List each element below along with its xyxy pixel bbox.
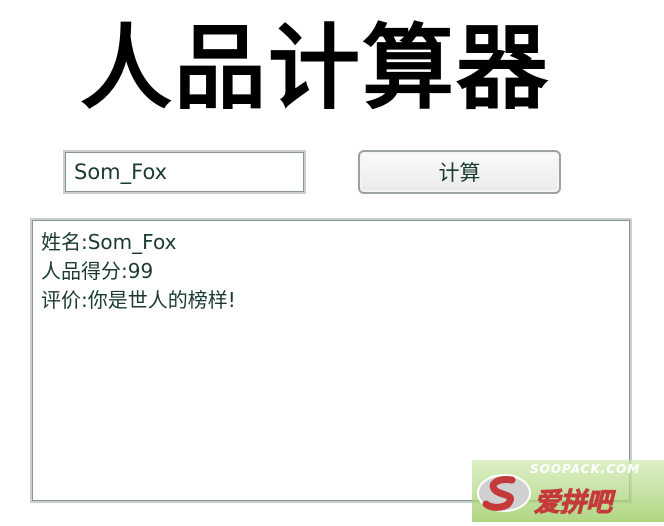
watermark-logo: SOOPACK.COM 爱拼吧 xyxy=(472,460,664,522)
s-logo-icon xyxy=(477,474,531,512)
calculate-button[interactable]: 计算 xyxy=(358,150,561,194)
result-score-line: 人品得分:99 xyxy=(41,259,154,283)
name-input[interactable] xyxy=(63,150,306,194)
result-comment-line: 评价:你是世人的榜样! xyxy=(41,288,236,312)
watermark-url: SOOPACK.COM xyxy=(530,462,641,476)
result-name-line: 姓名:Som_Fox xyxy=(41,230,177,254)
app-title: 人品计算器 xyxy=(80,15,551,122)
watermark-name: 爱拼吧 xyxy=(533,488,613,519)
